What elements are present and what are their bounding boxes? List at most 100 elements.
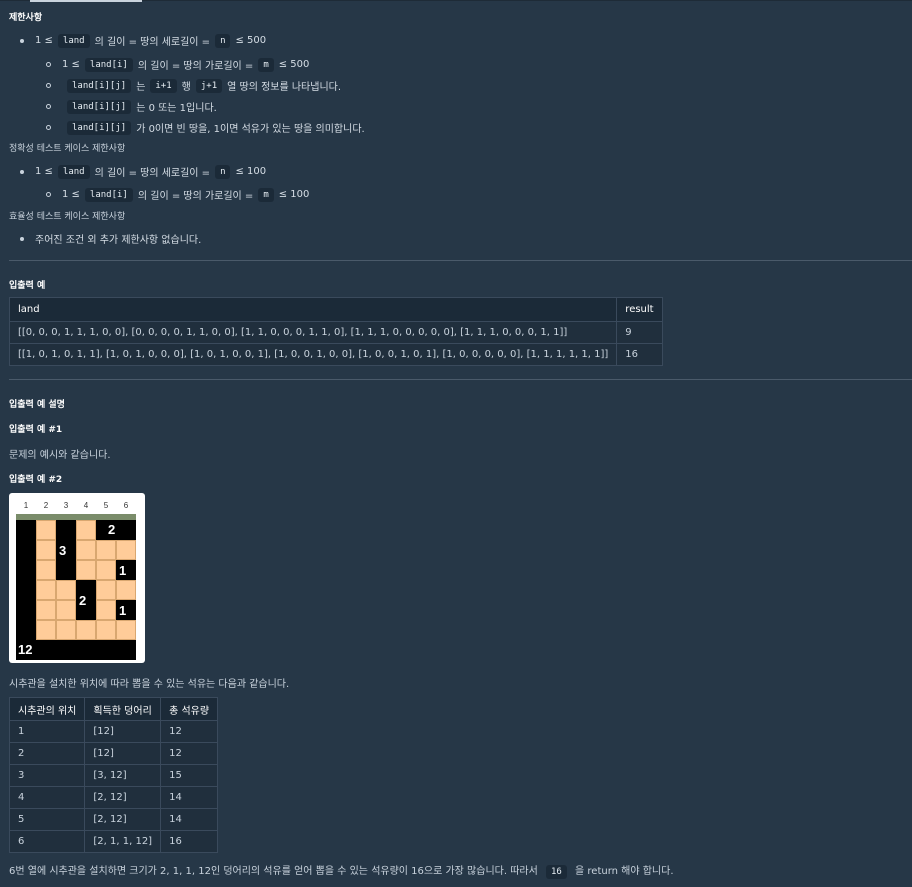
empty-cell bbox=[76, 560, 96, 580]
table-cell: 1 bbox=[8, 720, 86, 743]
oil-cell bbox=[56, 640, 76, 660]
explanation-heading: 입출력 예 설명 bbox=[9, 400, 65, 410]
empty-cell bbox=[36, 540, 56, 560]
constraint-item: 1 ≤ land 의 길이 = 땅의 세로길이 = n ≤ 500 bbox=[20, 33, 266, 48]
column-header: result bbox=[616, 297, 663, 322]
circle-bullet-icon bbox=[46, 104, 51, 109]
empty-cell bbox=[56, 620, 76, 640]
empty-cell bbox=[36, 620, 56, 640]
oil-cell bbox=[16, 520, 36, 540]
drilling-result-body: 1 [12] 12 2 [12] 12 3 [3, 12] 15 4 [2, 12] 14 5 [2, 1… bbox=[8, 720, 219, 853]
table-cell: 6 bbox=[8, 830, 86, 853]
empty-cell bbox=[116, 540, 136, 560]
empty-cell bbox=[36, 520, 56, 540]
oil-cluster-size-label: 2 bbox=[79, 593, 87, 608]
table-cell: 15 bbox=[160, 764, 219, 787]
empty-cell bbox=[36, 600, 56, 620]
table-cell: 9 bbox=[616, 321, 663, 344]
example-2-heading: 입출력 예 #2 bbox=[9, 475, 63, 485]
constraint-subitem: land[i][j] 는 0 또는 1입니다. bbox=[46, 99, 217, 114]
table-cell: 2 bbox=[8, 742, 86, 765]
column-header: 총 석유량 bbox=[160, 697, 219, 721]
oil-cell bbox=[16, 580, 36, 600]
column-header: 획득한 덩어리 bbox=[84, 697, 162, 721]
constraint-item: 1 ≤ land 의 길이 = 땅의 세로길이 = n ≤ 100 bbox=[20, 164, 266, 179]
table-cell: [2, 12] bbox=[84, 786, 162, 809]
column-number: 5 bbox=[103, 501, 109, 510]
circle-bullet-icon bbox=[46, 83, 51, 88]
empty-cell bbox=[56, 600, 76, 620]
circle-bullet-icon bbox=[46, 62, 51, 67]
table-cell: [12] bbox=[84, 742, 162, 765]
bullet-icon bbox=[20, 236, 24, 241]
circle-bullet-icon bbox=[46, 192, 51, 197]
table-cell: [2, 12] bbox=[84, 808, 162, 831]
table-cell: 16 bbox=[160, 830, 219, 853]
oil-cluster-size-label: 12 bbox=[18, 642, 33, 657]
example-1-text: 문제의 예시와 같습니다. bbox=[9, 450, 111, 461]
oil-cell bbox=[36, 640, 56, 660]
oil-cluster-size-label: 1 bbox=[119, 563, 127, 578]
example-1-heading: 입출력 예 #1 bbox=[9, 425, 63, 435]
empty-cell bbox=[116, 620, 136, 640]
constraint-subitem: land[i][j] 는 i+1 행 j+1 열 땅의 정보를 나타냅니다. bbox=[46, 78, 341, 93]
table-cell: [[1, 0, 1, 0, 1, 1], [1, 0, 1, 0, 0, 0],… bbox=[8, 343, 618, 366]
bullet-icon bbox=[20, 169, 24, 174]
empty-cell bbox=[96, 600, 116, 620]
empty-cell bbox=[76, 540, 96, 560]
oil-cell bbox=[76, 640, 96, 660]
efficiency-heading: 효율성 테스트 케이스 제한사항 bbox=[9, 212, 126, 222]
column-header: land bbox=[8, 297, 618, 322]
final-text: 6번 열에 시추관을 설치하면 크기가 2, 1, 1, 12인 덩어리의 석유… bbox=[9, 865, 674, 879]
oil-cell bbox=[16, 540, 36, 560]
constraint-item: 주어진 조건 외 추가 제한사항 없습니다. bbox=[20, 231, 201, 246]
table-cell: 4 bbox=[8, 786, 86, 809]
divider bbox=[9, 260, 912, 261]
empty-cell bbox=[96, 580, 116, 600]
io-example-table: land result [[0, 0, 0, 1, 1, 1, 0, 0], [… bbox=[8, 297, 663, 366]
table-cell: [2, 1, 1, 12] bbox=[84, 830, 162, 853]
empty-cell bbox=[76, 620, 96, 640]
oil-field-diagram: 1 2 3 4 5 6 2 3 1 2 1 12 bbox=[9, 493, 145, 663]
oil-cell bbox=[56, 560, 76, 580]
empty-cell bbox=[116, 580, 136, 600]
column-number: 3 bbox=[63, 501, 69, 510]
table-row: 2 [12] 12 bbox=[8, 742, 219, 765]
table-cell: 3 bbox=[8, 764, 86, 787]
bullet-icon bbox=[20, 38, 24, 43]
empty-cell bbox=[36, 560, 56, 580]
column-number: 2 bbox=[43, 501, 49, 510]
empty-cell bbox=[36, 580, 56, 600]
column-number: 6 bbox=[123, 501, 129, 510]
table-row: 3 [3, 12] 15 bbox=[8, 764, 219, 787]
empty-cell bbox=[96, 540, 116, 560]
constraint-subitem: land[i][j] 가 0이면 빈 땅을, 1이면 석유가 있는 땅을 의미합… bbox=[46, 120, 365, 135]
constraint-subitem: 1 ≤ land[i] 의 길이 = 땅의 가로길이 = m ≤ 100 bbox=[46, 187, 309, 202]
constraint-subitem: 1 ≤ land[i] 의 길이 = 땅의 가로길이 = m ≤ 500 bbox=[46, 57, 309, 72]
oil-cell bbox=[96, 640, 116, 660]
constraints-heading: 제한사항 bbox=[9, 13, 43, 23]
empty-cell bbox=[56, 580, 76, 600]
table-header-row: 시추관의 위치 획득한 덩어리 총 석유량 bbox=[8, 697, 219, 721]
active-tab-indicator bbox=[30, 0, 142, 2]
empty-cell bbox=[96, 620, 116, 640]
oil-cell bbox=[116, 520, 136, 540]
table-header-row: land result bbox=[8, 297, 663, 322]
table-cell: [3, 12] bbox=[84, 764, 162, 787]
table-cell: 5 bbox=[8, 808, 86, 831]
empty-cell bbox=[96, 560, 116, 580]
table-row: 1 [12] 12 bbox=[8, 720, 219, 743]
divider bbox=[9, 379, 912, 380]
oil-cluster-size-label: 3 bbox=[59, 543, 67, 558]
table-cell: [[0, 0, 0, 1, 1, 1, 0, 0], [0, 0, 0, 0, … bbox=[8, 321, 618, 344]
column-number: 1 bbox=[23, 501, 29, 510]
oil-cluster-size-label: 2 bbox=[108, 522, 116, 537]
table-cell: 14 bbox=[160, 786, 219, 809]
table-cell: 14 bbox=[160, 808, 219, 831]
column-header: 시추관의 위치 bbox=[8, 697, 86, 721]
example-2-text: 시추관을 설치한 위치에 따라 뽑을 수 있는 석유는 다음과 같습니다. bbox=[9, 679, 290, 690]
accuracy-heading: 정확성 테스트 케이스 제한사항 bbox=[9, 144, 126, 154]
table-row: 5 [2, 12] 14 bbox=[8, 808, 219, 831]
oil-cell bbox=[116, 640, 136, 660]
oil-cell bbox=[16, 560, 36, 580]
